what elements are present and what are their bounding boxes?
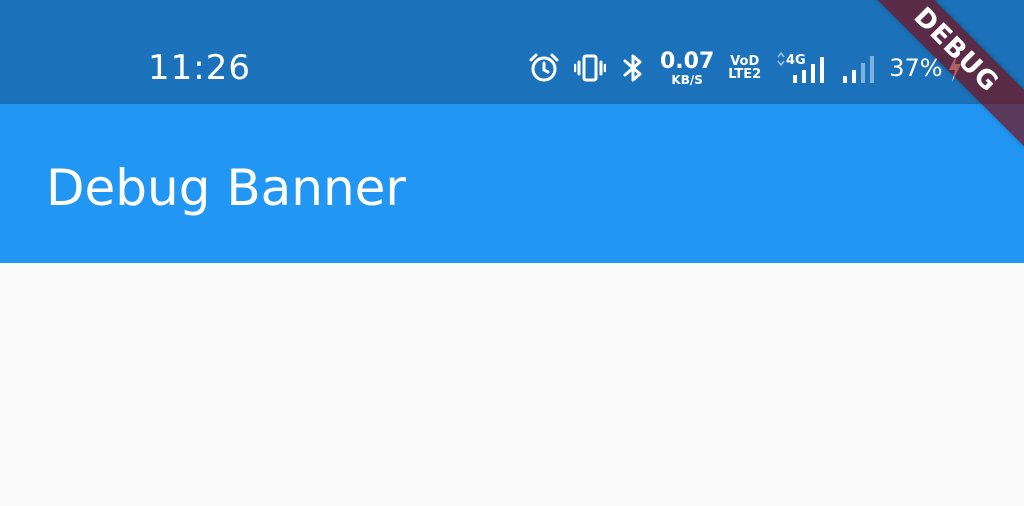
signal-weak-icon [841, 48, 879, 88]
bluetooth-icon [620, 48, 646, 88]
net-speed-unit: KB/S [671, 72, 703, 87]
volte-indicator: VoD LTE2 [728, 55, 761, 81]
volte-bottom-label: LTE2 [728, 67, 762, 82]
status-bar: 11:26 0.07 KB/S VoD LTE2 4G 37% [0, 0, 1024, 104]
app-bar: Debug Banner [0, 104, 1024, 263]
battery-percent: 37% [889, 54, 943, 82]
app-screen: 11:26 0.07 KB/S VoD LTE2 4G 37% Debug Ba… [0, 0, 1024, 506]
net-speed: 0.07 KB/S [660, 48, 715, 87]
status-time: 11:26 [148, 48, 251, 88]
alarm-icon [528, 48, 560, 88]
page-title: Debug Banner [46, 159, 406, 217]
body-area [0, 263, 1024, 506]
signal-icon: 4G [775, 48, 831, 88]
status-icons: 0.07 KB/S VoD LTE2 4G 37% [528, 48, 963, 88]
network-type-label: 4G [786, 53, 806, 68]
vibrate-icon [574, 48, 606, 88]
net-speed-value: 0.07 [660, 48, 715, 74]
